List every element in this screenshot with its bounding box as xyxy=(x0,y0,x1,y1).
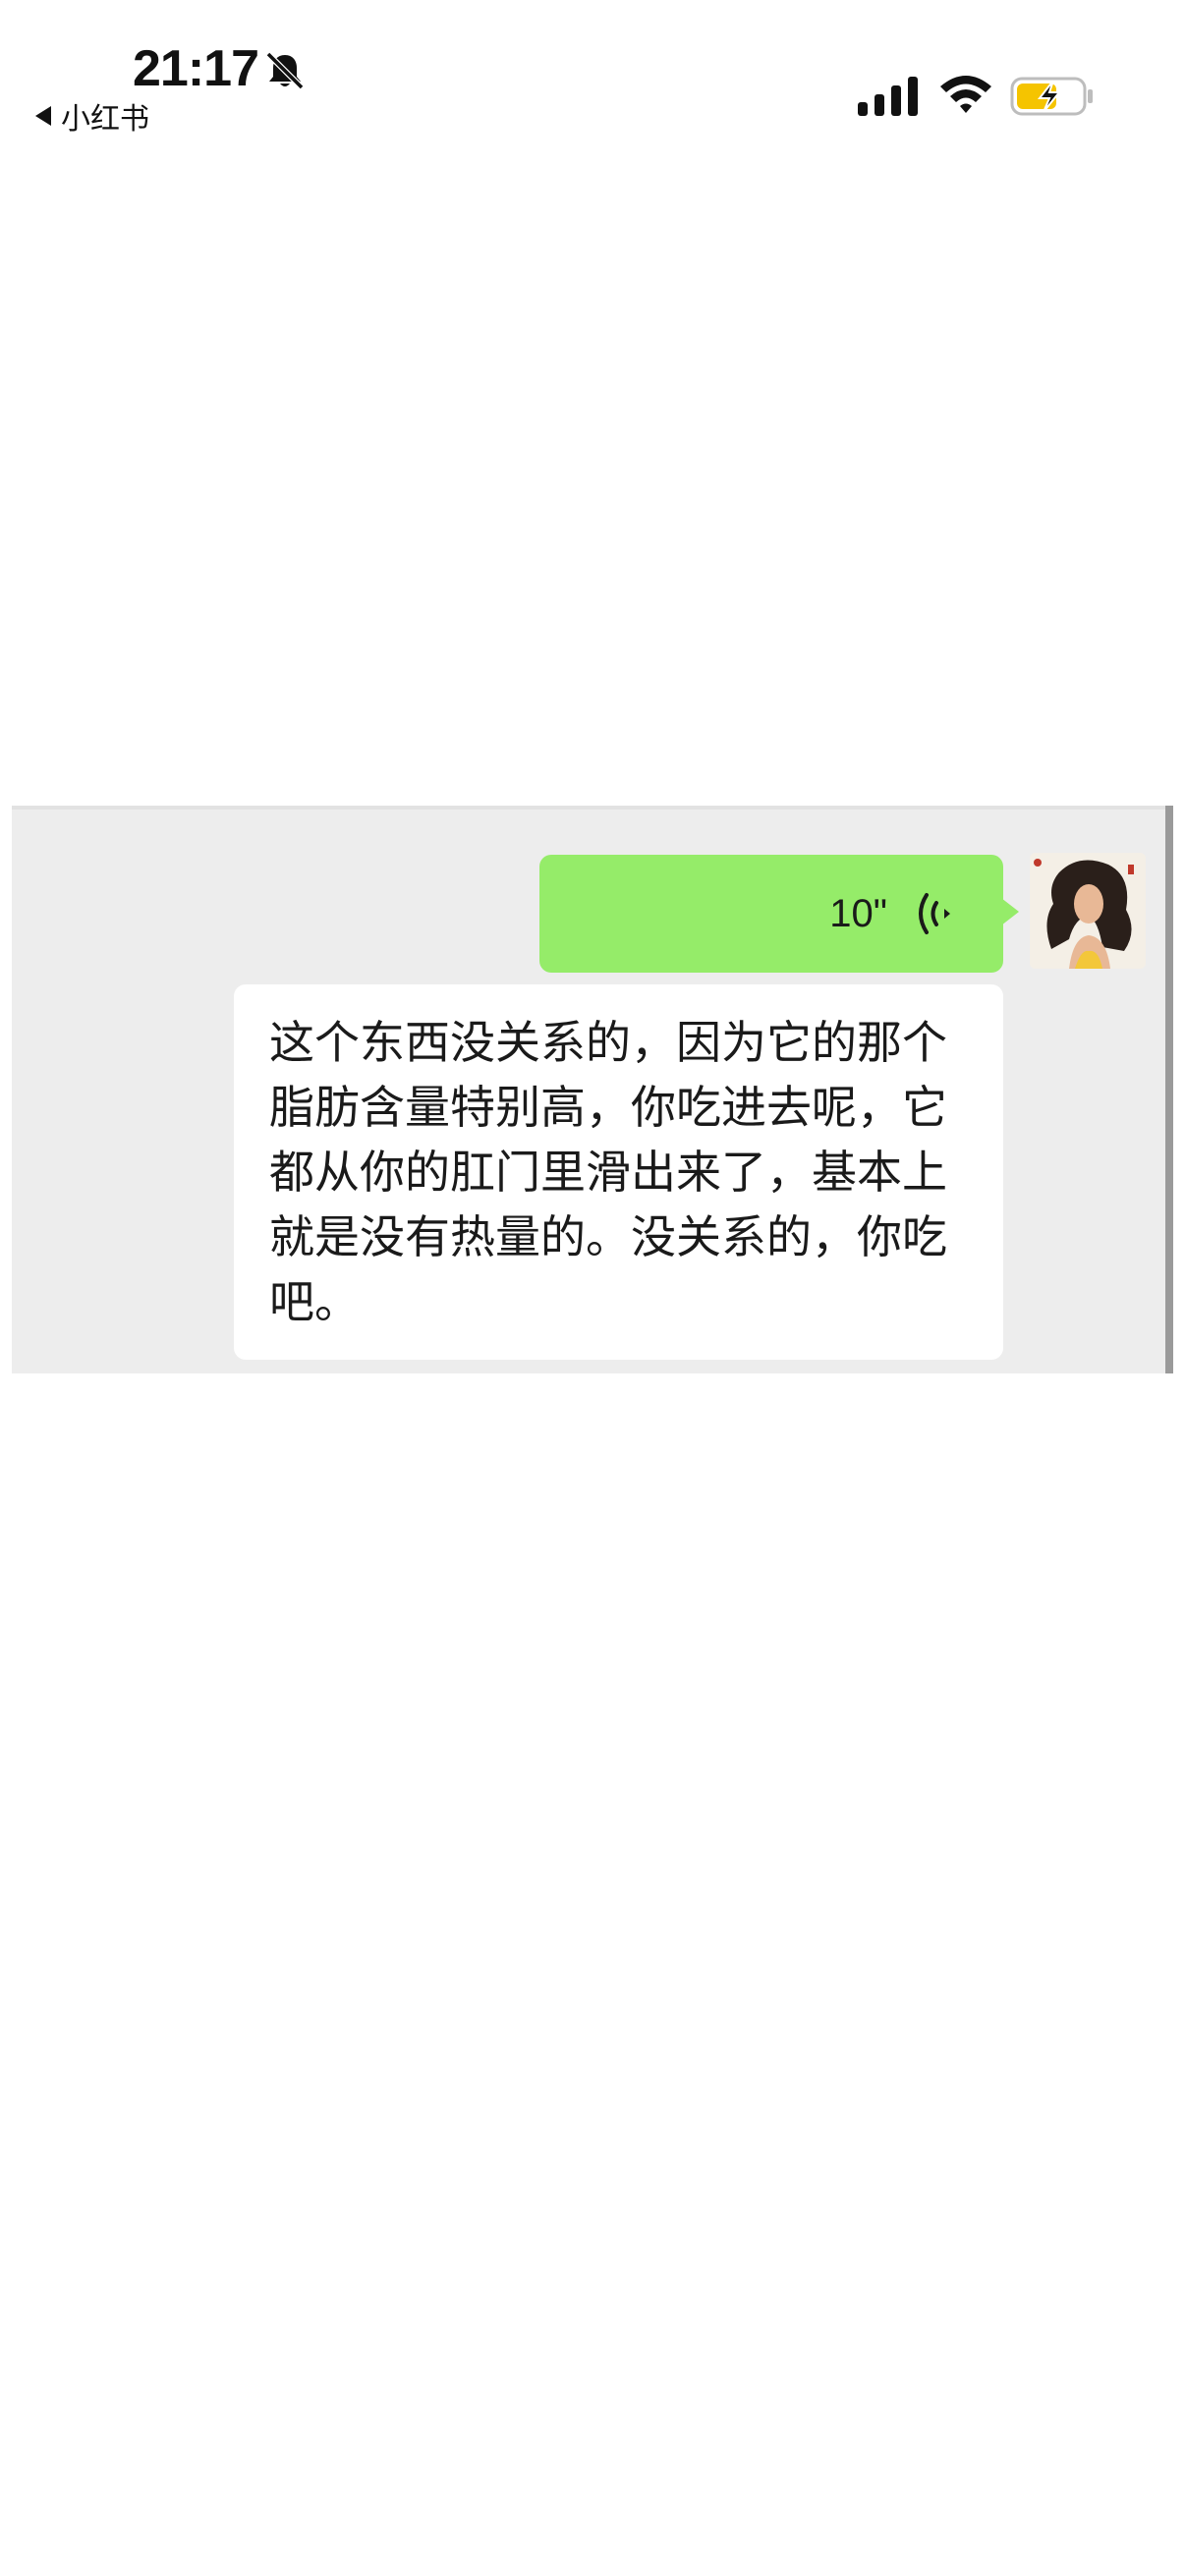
voice-wave-icon xyxy=(919,893,950,934)
user-avatar[interactable] xyxy=(1030,853,1146,969)
back-app-label: 小红书 xyxy=(61,102,149,137)
battery-charging-icon xyxy=(1010,77,1093,116)
voice-message-bubble[interactable]: 10" xyxy=(539,855,1019,973)
chat-top-divider xyxy=(12,806,1165,810)
transcript-bubble: 这个东西没关系的，因为它的那个脂肪含量特别高，你吃进去呢，它都从你的肛门里滑出来… xyxy=(234,984,1003,1360)
chat-screenshot: 10" 这个东西没关系的，因为它的那个脂肪含量特别高，你吃进去呢，它都从你的肛门… xyxy=(12,806,1173,1373)
back-arrow-icon xyxy=(35,106,51,126)
status-bar: 21:17 小红书 xyxy=(0,0,1185,147)
status-time: 21:17 xyxy=(133,40,259,97)
wifi-icon xyxy=(940,76,991,113)
back-to-app-link[interactable]: 小红书 xyxy=(35,98,149,137)
transcript-text: 这个东西没关系的，因为它的那个脂肪含量特别高，你吃进去呢，它都从你的肛门里滑出来… xyxy=(269,1016,947,1328)
voice-duration: 10" xyxy=(829,891,887,935)
avatar-illustration xyxy=(1030,853,1146,969)
bell-off-icon xyxy=(265,51,305,90)
signal-icon xyxy=(858,77,918,116)
